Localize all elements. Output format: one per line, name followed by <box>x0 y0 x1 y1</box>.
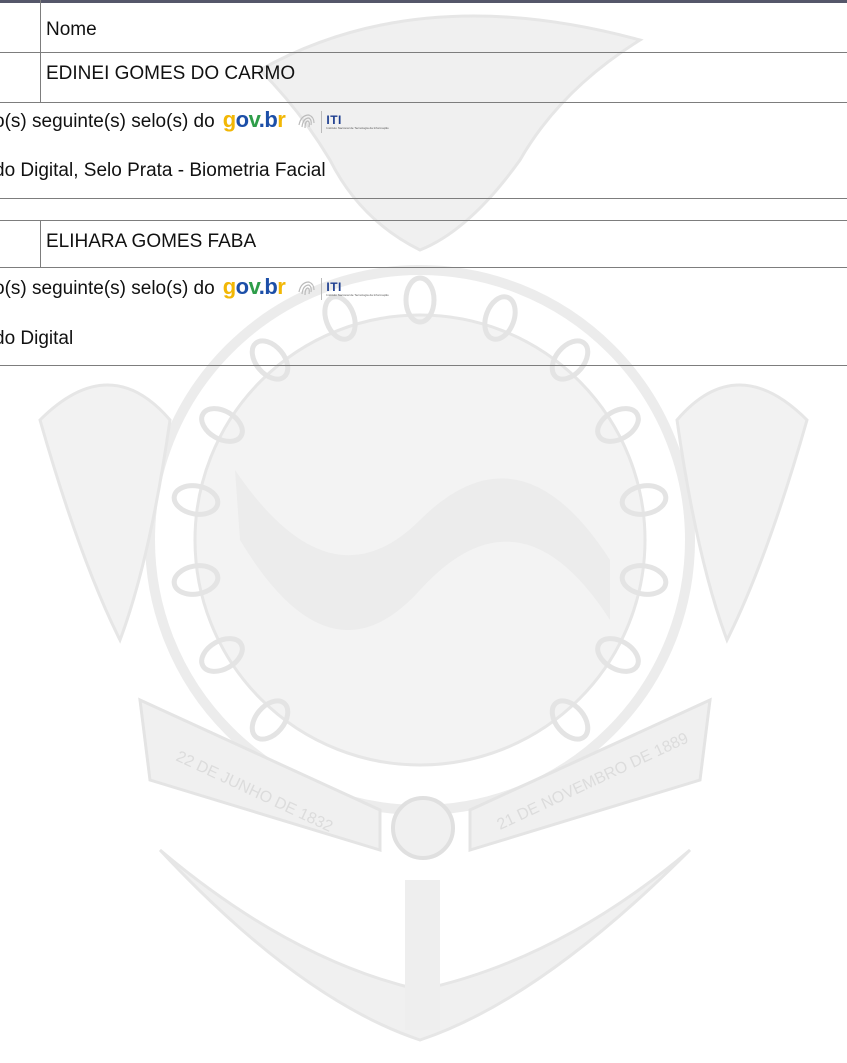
iti-logo: ITI Instituto Nacional de Tecnologia da … <box>321 111 389 133</box>
govbr-logo: gov.br <box>222 274 286 299</box>
seal-intro-text: o(s) seguinte(s) selo(s) do <box>0 111 215 132</box>
column-divider <box>40 220 41 268</box>
signer-name: ELIHARA GOMES FABA <box>46 231 257 252</box>
name-header: Nome <box>46 19 97 40</box>
top-border <box>0 0 847 3</box>
fingerprint-icon <box>298 114 315 129</box>
govbr-logo: gov.br <box>222 107 286 132</box>
iti-logo: ITI Instituto Nacional de Tecnologia da … <box>321 278 389 300</box>
seal-list: do Digital <box>0 328 74 349</box>
row-divider <box>0 365 847 366</box>
row-divider <box>0 220 847 221</box>
column-divider <box>40 0 41 102</box>
row-divider <box>0 198 847 199</box>
row-divider <box>0 102 847 103</box>
iti-logo-text: ITI <box>326 113 342 127</box>
seal-intro-row: o(s) seguinte(s) selo(s) do gov.br ITI I… <box>0 107 389 133</box>
iti-subtitle: Instituto Nacional de Tecnologia da Info… <box>326 293 389 297</box>
signer-name: EDINEI GOMES DO CARMO <box>46 63 296 84</box>
row-divider <box>0 52 847 53</box>
seal-intro-row: o(s) seguinte(s) selo(s) do gov.br ITI I… <box>0 274 389 300</box>
iti-subtitle: Instituto Nacional de Tecnologia da Info… <box>326 126 389 130</box>
seal-list: do Digital, Selo Prata - Biometria Facia… <box>0 160 326 181</box>
iti-logo-text: ITI <box>326 280 342 294</box>
fingerprint-icon <box>298 281 315 296</box>
row-divider <box>0 267 847 268</box>
seal-intro-text: o(s) seguinte(s) selo(s) do <box>0 278 215 299</box>
